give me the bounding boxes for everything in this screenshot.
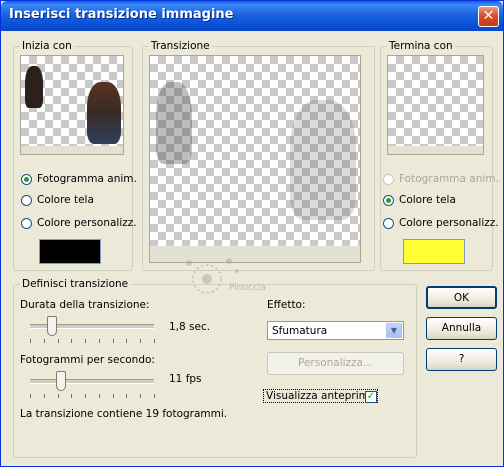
duration-slider-thumb[interactable] [47,316,58,336]
slider-tick [57,394,59,398]
transition-figure-left [156,82,192,164]
start-figure-right [87,82,121,144]
slider-tick [112,339,114,343]
transition-group-label: Transizione [149,40,212,53]
end-option-frame-label: Fotogramma anim. [399,173,499,185]
slider-tick [43,339,45,343]
customize-button-label: Personalizza... [297,357,374,369]
fps-value: 11 fps [169,373,202,385]
slider-tick [30,394,31,398]
slider-tick [43,394,45,398]
fps-slider-track[interactable] [30,379,154,384]
slider-tick [85,394,87,398]
fps-slider-thumb[interactable] [56,371,66,391]
preview-checkbox[interactable]: ✓ [365,391,377,403]
end-option-frame-radio[interactable] [383,173,394,185]
cancel-button-label: Annulla [441,322,482,334]
slider-tick [98,339,100,343]
help-button-label: ? [458,353,465,365]
chevron-down-icon[interactable]: ▼ [386,323,402,338]
close-button[interactable]: ✕ [478,6,499,27]
slider-tick [71,394,73,398]
transition-preview [149,55,361,263]
effect-select[interactable]: Sfumatura ▼ [267,321,404,340]
cancel-button[interactable]: Annulla [426,317,497,340]
ok-button[interactable]: OK [426,286,497,309]
slider-tick [85,339,87,343]
slider-tick [30,339,31,343]
ok-button-label: OK [453,292,470,304]
slider-tick [154,394,155,398]
slider-tick [126,339,128,343]
start-option-custom-label: Colore personalizz. [37,217,137,229]
end-option-canvas-radio[interactable] [383,194,394,206]
start-option-canvas-label: Colore tela [37,194,94,206]
start-figure-left [25,66,43,108]
frames-info: La transizione contiene 19 fotogrammi. [20,408,228,420]
dialog-window: Inserisci transizione immagine ✕ Inizia … [0,0,504,467]
slider-tick [57,339,59,343]
start-option-canvas-radio[interactable] [21,194,32,206]
start-group-label: Inizia con [20,40,74,53]
window-title: Inserisci transizione immagine [9,7,234,22]
start-option-frame-label: Fotogramma anim. [37,173,137,185]
end-color-swatch[interactable] [403,239,465,264]
start-option-custom[interactable]: Colore personalizz. [21,217,137,229]
transition-figure-right [290,100,356,220]
slider-tick [98,394,100,398]
preview-toggle[interactable]: Visualizza anteprima [263,389,379,403]
watermark-text: Pinuccia [229,283,267,293]
slider-tick [126,394,128,398]
slider-tick [112,394,114,398]
preview-toggle-label: Visualizza anteprima [266,390,376,402]
slider-tick [154,339,155,343]
slider-tick [140,339,142,343]
effect-select-value: Sfumatura [272,325,328,337]
end-option-frame[interactable]: Fotogramma anim. [383,173,499,185]
end-preview [387,55,484,155]
end-option-canvas-label: Colore tela [399,194,456,206]
start-preview [20,55,124,155]
start-color-swatch[interactable] [39,239,101,264]
end-preview-checker [388,56,483,146]
define-transition-label: Definisci transizione [20,278,131,291]
fps-label: Fotogrammi per secondo: [20,354,155,366]
slider-tick [140,394,142,398]
end-option-custom-label: Colore personalizz. [399,217,499,229]
duration-value: 1,8 sec. [169,321,211,333]
customize-button[interactable]: Personalizza... [267,352,404,375]
watermark: Pinuccia [177,249,277,319]
start-option-frame[interactable]: Fotogramma anim. [21,173,137,185]
duration-label: Durata della transizione: [20,299,150,311]
start-option-frame-radio[interactable] [21,173,32,185]
end-option-custom-radio[interactable] [383,217,394,229]
start-option-custom-radio[interactable] [21,217,32,229]
start-option-canvas[interactable]: Colore tela [21,194,94,206]
slider-tick [71,339,73,343]
end-group-label: Termina con [387,40,455,53]
title-bar[interactable]: Inserisci transizione immagine ✕ [1,1,503,31]
end-option-canvas[interactable]: Colore tela [383,194,456,206]
help-button[interactable]: ? [426,348,497,371]
end-option-custom[interactable]: Colore personalizz. [383,217,499,229]
